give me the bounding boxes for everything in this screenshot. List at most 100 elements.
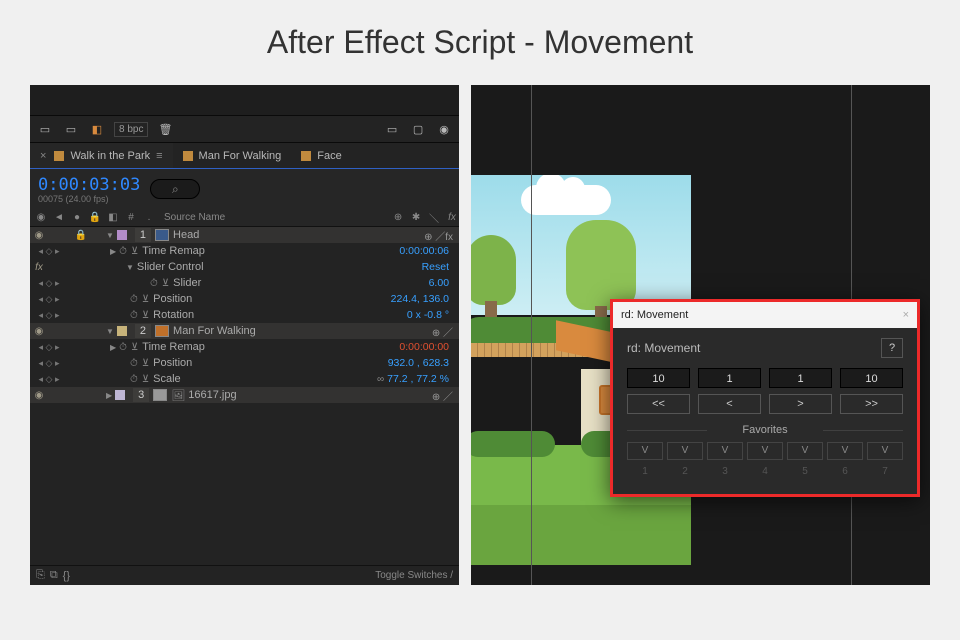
favorite-slot-num[interactable]: 3 (707, 464, 743, 482)
lock-column-icon[interactable]: 🔒 (88, 212, 102, 223)
effect-slider-control[interactable]: fx ▼ Slider Control Reset (30, 259, 459, 275)
label-color[interactable] (117, 326, 127, 336)
footer-icon[interactable]: {} (63, 570, 70, 582)
stopwatch-icon[interactable]: ⏱ (130, 310, 138, 321)
graph-icon[interactable]: ⊻ (131, 246, 138, 257)
prop-value[interactable]: ∞77.2 , 77.2 % (377, 373, 459, 385)
twirl-icon[interactable]: ▼ (106, 327, 114, 336)
favorite-slot-num[interactable]: 7 (867, 464, 903, 482)
monitor-icon[interactable]: ▢ (409, 121, 427, 137)
graph-icon[interactable]: ⊻ (142, 358, 149, 369)
help-button[interactable]: ? (881, 338, 903, 358)
eye-icon[interactable]: ◉ (32, 230, 46, 241)
link-icon[interactable]: ∞ (377, 374, 384, 385)
graph-icon[interactable]: ⊻ (131, 342, 138, 353)
reset-link[interactable]: Reset (422, 261, 459, 273)
stopwatch-icon[interactable]: ⏱ (119, 246, 127, 257)
rewind-fast-button[interactable]: << (627, 394, 690, 414)
panel-titlebar[interactable]: rd: Movement × (613, 302, 917, 328)
current-timecode[interactable]: 0:00:03:03 (38, 175, 140, 195)
keyframe-nav[interactable]: ◂ ◇ ▸ (32, 374, 66, 385)
twirl-icon[interactable]: ▶ (106, 391, 112, 400)
solo-column-icon[interactable]: ● (70, 212, 84, 223)
step-input-left-small[interactable]: 1 (698, 368, 761, 388)
layer-switches[interactable]: ⊕ ／ (389, 324, 459, 339)
folder-icon[interactable]: ▭ (62, 121, 80, 137)
audio-column-icon[interactable]: ◄ (52, 212, 66, 223)
stopwatch-icon[interactable]: ⏱ (130, 294, 138, 305)
prop-scale[interactable]: ◂ ◇ ▸ ⏱ ⊻ Scale ∞77.2 , 77.2 % (30, 371, 459, 387)
search-layers[interactable]: ⌕ (150, 179, 200, 199)
forward-button[interactable]: > (769, 394, 832, 414)
favorite-slot-v[interactable]: V (787, 442, 823, 460)
favorite-slot-num[interactable]: 4 (747, 464, 783, 482)
layer-row-16617[interactable]: ◉ ▶ 3 🖼 16617.jpg ⊕ ／ (30, 387, 459, 403)
label-color[interactable] (117, 230, 127, 240)
label-color[interactable] (115, 390, 125, 400)
tab-face[interactable]: Face (291, 143, 351, 168)
label-column-icon[interactable]: ◧ (106, 212, 120, 223)
favorite-slot-v[interactable]: V (747, 442, 783, 460)
footer-icon[interactable]: ⎘ (36, 569, 45, 582)
step-input-left-large[interactable]: 10 (627, 368, 690, 388)
tab-man-for-walking[interactable]: Man For Walking (173, 143, 292, 168)
prop-slider[interactable]: ◂ ◇ ▸ ⏱ ⊻ Slider 6.00 (30, 275, 459, 291)
keyframe-nav[interactable]: ◂ ◇ ▸ (32, 246, 66, 257)
layer-switches[interactable]: ⊕ ／fx (389, 228, 459, 243)
eye-icon[interactable]: ◉ (32, 326, 46, 337)
stopwatch-icon[interactable]: ⏱ (119, 342, 127, 353)
bit-depth[interactable]: 8 bpc (114, 122, 148, 137)
forward-fast-button[interactable]: >> (840, 394, 903, 414)
prop-value[interactable]: 0 x -0.8 ° (407, 309, 459, 321)
graph-icon[interactable]: ⊻ (142, 310, 149, 321)
step-input-right-large[interactable]: 10 (840, 368, 903, 388)
favorite-slot-v[interactable]: V (627, 442, 663, 460)
favorite-slot-num[interactable]: 5 (787, 464, 823, 482)
favorite-slot-v[interactable]: V (667, 442, 703, 460)
stopwatch-icon[interactable]: ⏱ (130, 358, 138, 369)
viewer-icon[interactable]: ▭ (383, 121, 401, 137)
layer-row-man-for-walking[interactable]: ◉ ▼ 2 Man For Walking ⊕ ／ (30, 323, 459, 339)
footer-icon[interactable]: ⧉ (50, 569, 58, 582)
favorite-slot-num[interactable]: 6 (827, 464, 863, 482)
prop-value[interactable]: 224.4, 136.0 (391, 293, 459, 305)
favorite-slot-v[interactable]: V (707, 442, 743, 460)
keyframe-nav[interactable]: ◂ ◇ ▸ (32, 294, 66, 305)
step-input-right-small[interactable]: 1 (769, 368, 832, 388)
prop-position[interactable]: ◂ ◇ ▸ ⏱ ⊻ Position 932.0 , 628.3 (30, 355, 459, 371)
keyframe-nav[interactable]: ◂ ◇ ▸ (32, 358, 66, 369)
favorite-slot-v[interactable]: V (867, 442, 903, 460)
twirl-icon[interactable]: ▼ (106, 231, 114, 240)
favorite-slot-num[interactable]: 2 (667, 464, 703, 482)
prop-time-remap[interactable]: ◂ ◇ ▸ ▶ ⏱ ⊻ Time Remap 0:00:00:00 (30, 339, 459, 355)
keyframe-nav[interactable]: ◂ ◇ ▸ (32, 342, 66, 353)
prop-value[interactable]: 6.00 (429, 277, 459, 289)
prop-value[interactable]: 932.0 , 628.3 (388, 357, 459, 369)
graph-icon[interactable]: ⊻ (142, 374, 149, 385)
layer-switches[interactable]: ⊕ ／ (389, 388, 459, 403)
fx-badge[interactable]: fx (32, 262, 46, 273)
shy-icon[interactable]: ⊕ (391, 212, 405, 223)
favorite-slot-num[interactable]: 1 (627, 464, 663, 482)
graph-icon[interactable]: ⊻ (162, 278, 169, 289)
eye-column-icon[interactable]: ◉ (34, 212, 48, 223)
graph-icon[interactable]: ⊻ (142, 294, 149, 305)
tab-walk-in-the-park[interactable]: × Walk in the Park ≡ (30, 143, 173, 168)
favorite-slot-v[interactable]: V (827, 442, 863, 460)
camera-icon[interactable]: ◉ (435, 121, 453, 137)
close-tab-icon[interactable]: × (40, 150, 46, 162)
color-icon[interactable]: ◧ (88, 121, 106, 137)
project-icon[interactable]: ▭ (36, 121, 54, 137)
close-icon[interactable]: × (903, 309, 909, 321)
eye-icon[interactable]: ◉ (32, 390, 46, 401)
keyframe-nav[interactable]: ◂ ◇ ▸ (32, 278, 66, 289)
prop-time-remap[interactable]: ◂ ◇ ▸ ▶ ⏱ ⊻ Time Remap 0:00:00:06 (30, 243, 459, 259)
rewind-button[interactable]: < (698, 394, 761, 414)
toggle-switches-button[interactable]: Toggle Switches / (375, 570, 453, 581)
keyframe-nav[interactable]: ◂ ◇ ▸ (32, 310, 66, 321)
stopwatch-icon[interactable]: ⏱ (150, 278, 158, 289)
prop-position[interactable]: ◂ ◇ ▸ ⏱ ⊻ Position 224.4, 136.0 (30, 291, 459, 307)
lock-icon[interactable]: 🔒 (74, 230, 88, 241)
trash-icon[interactable]: 🗑 (156, 121, 174, 137)
source-name-column[interactable]: Source Name (160, 212, 387, 223)
